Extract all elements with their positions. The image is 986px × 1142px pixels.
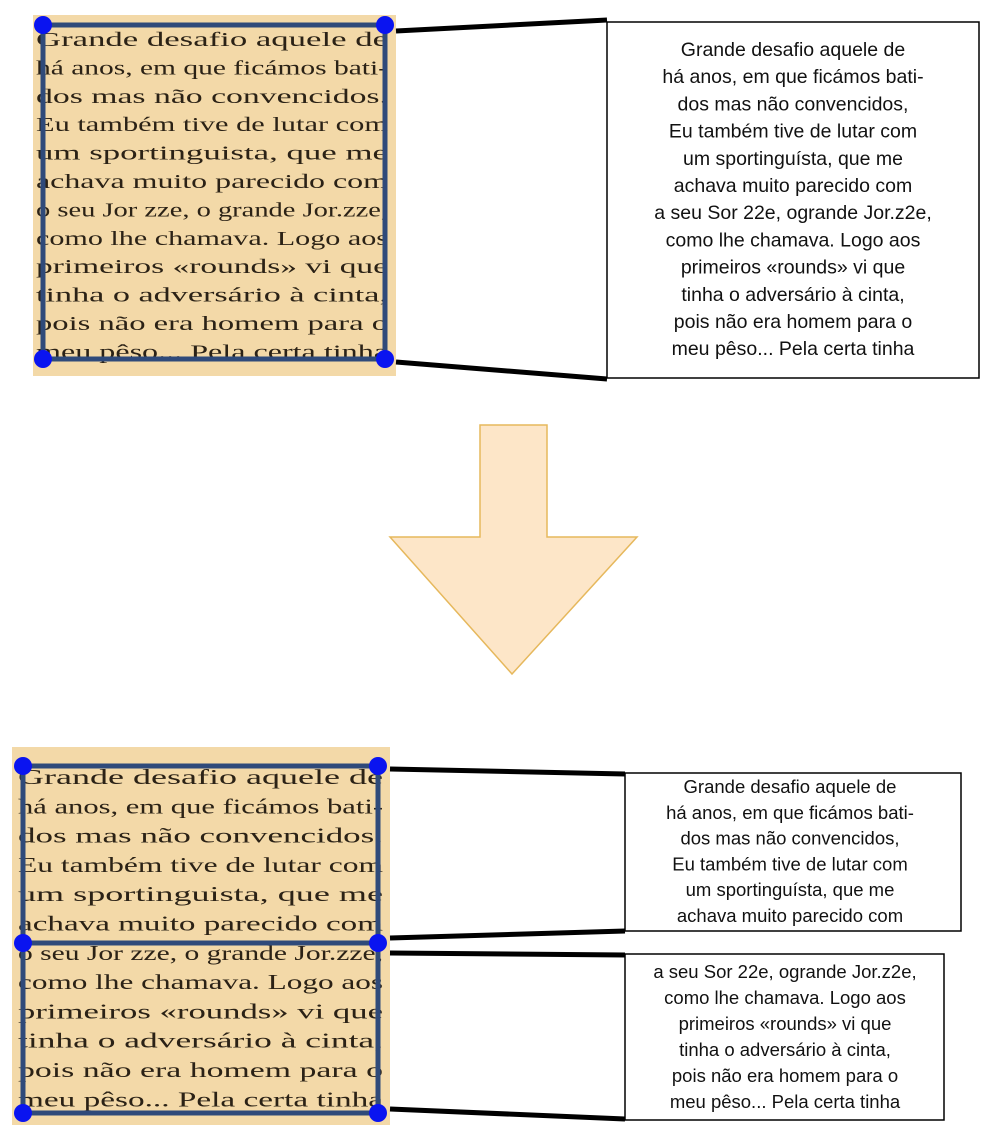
scan-line: meu pêso... Pela certa tinha xyxy=(18,1087,384,1111)
scan-line: um sportinguista, que me xyxy=(36,143,388,165)
handle-bottom-left[interactable] xyxy=(34,350,52,368)
scan-line: Eu também tive de lutar com xyxy=(36,114,389,136)
connector-top-upper xyxy=(395,17,608,34)
ocr-line: como lhe chamava. Logo aos xyxy=(664,987,906,1008)
scan-line: Eu também tive de lutar com xyxy=(18,853,383,877)
ocr-line: Grande desafio aquele de xyxy=(684,776,897,797)
ocr-line: dos mas não convencidos, xyxy=(678,93,909,115)
connector-b1-lower xyxy=(389,928,626,941)
scan-line: há anos, em que ficámos bati- xyxy=(36,57,388,79)
ocr-line: pois não era homem para o xyxy=(672,1065,898,1086)
connector-top-lower xyxy=(395,359,608,382)
ocr-line: primeiros «rounds» vi que xyxy=(679,1013,892,1034)
diagram-canvas: Grande desafio aquele de há anos, em que … xyxy=(0,0,986,1142)
handle-top-right[interactable] xyxy=(376,16,394,34)
connector-b2-lower xyxy=(389,1106,626,1122)
ocr-line: primeiros «rounds» vi que xyxy=(681,257,905,279)
ocr-line: Eu também tive de lutar com xyxy=(669,121,917,143)
ocr-line: meu pêso... Pela certa tinha xyxy=(670,1091,901,1112)
ocr-line: um sportinguísta, que me xyxy=(686,879,895,900)
down-arrow-icon xyxy=(388,424,639,676)
scan-line: pois não era homem para o xyxy=(36,313,388,335)
scan-line: Grande desafio aquele de xyxy=(36,29,388,51)
ocr-line: achava muito parecido com xyxy=(674,175,912,197)
scan-line: pois não era homem para o xyxy=(18,1058,383,1082)
ocr-line: pois não era homem para o xyxy=(674,311,913,333)
handle-b2-bottom-right[interactable] xyxy=(369,1104,387,1122)
scan-line: dos mas não convencidos. xyxy=(36,86,388,108)
ocr-line: dos mas não convencidos, xyxy=(680,828,899,849)
ocr-line: tinha o adversário à cinta, xyxy=(679,1039,891,1060)
ocr-line: como lhe chamava. Logo aos xyxy=(666,229,921,251)
scan-line: o seu Jor zze, o grande Jor.zze, xyxy=(36,199,388,221)
handle-bottom-right[interactable] xyxy=(376,350,394,368)
scan-line: há anos, em que ficámos bati- xyxy=(18,794,383,818)
scan-line: um sportinguista, que me xyxy=(18,882,383,906)
scan-line: primeiros «rounds» vi que xyxy=(36,256,388,278)
ocr-line: Eu também tive de lutar com xyxy=(672,853,907,874)
ocr-line: há anos, em que ficámos bati- xyxy=(662,66,923,88)
handle-b1-top-left[interactable] xyxy=(14,757,32,775)
connector-b1-upper xyxy=(389,766,626,777)
scan-line: como lhe chamava. Logo aos xyxy=(36,228,388,250)
handle-b-mid-right[interactable] xyxy=(369,934,387,952)
scan-line: achava muito parecido com xyxy=(36,171,389,193)
ocr-line: achava muito parecido com xyxy=(677,905,903,926)
scan-line: tinha o adversário à cinta, xyxy=(36,285,388,307)
scan-line: como lhe chamava. Logo aos xyxy=(18,970,383,994)
ocr-line: tinha o adversário à cinta, xyxy=(681,284,904,306)
ocr-line: a seu Sor 22e, ogrande Jor.z2e, xyxy=(654,202,932,224)
ocr-line: Grande desafio aquele de xyxy=(681,39,905,61)
handle-b1-top-right[interactable] xyxy=(369,757,387,775)
scan-line: tinha o adversário à cinta, xyxy=(18,1029,383,1053)
handle-top-left[interactable] xyxy=(34,16,52,34)
diagram-svg: Grande desafio aquele de há anos, em que … xyxy=(12,15,980,1125)
handle-b-mid-left[interactable] xyxy=(14,934,32,952)
ocr-line: há anos, em que ficámos bati- xyxy=(666,802,914,823)
scan-line: Grande desafio aquele de xyxy=(18,765,383,789)
connector-b2-upper xyxy=(389,950,626,958)
ocr-line: a seu Sor 22e, ogrande Jor.z2e, xyxy=(653,961,916,982)
scan-line: primeiros «rounds» vi que xyxy=(18,999,383,1023)
ocr-line: um sportinguísta, que me xyxy=(683,148,903,170)
scan-line: dos mas não convencidos. xyxy=(18,824,383,848)
scan-line: achava muito parecido com xyxy=(18,912,383,936)
handle-b2-bottom-left[interactable] xyxy=(14,1104,32,1122)
ocr-line: meu pêso... Pela certa tinha xyxy=(672,338,915,360)
